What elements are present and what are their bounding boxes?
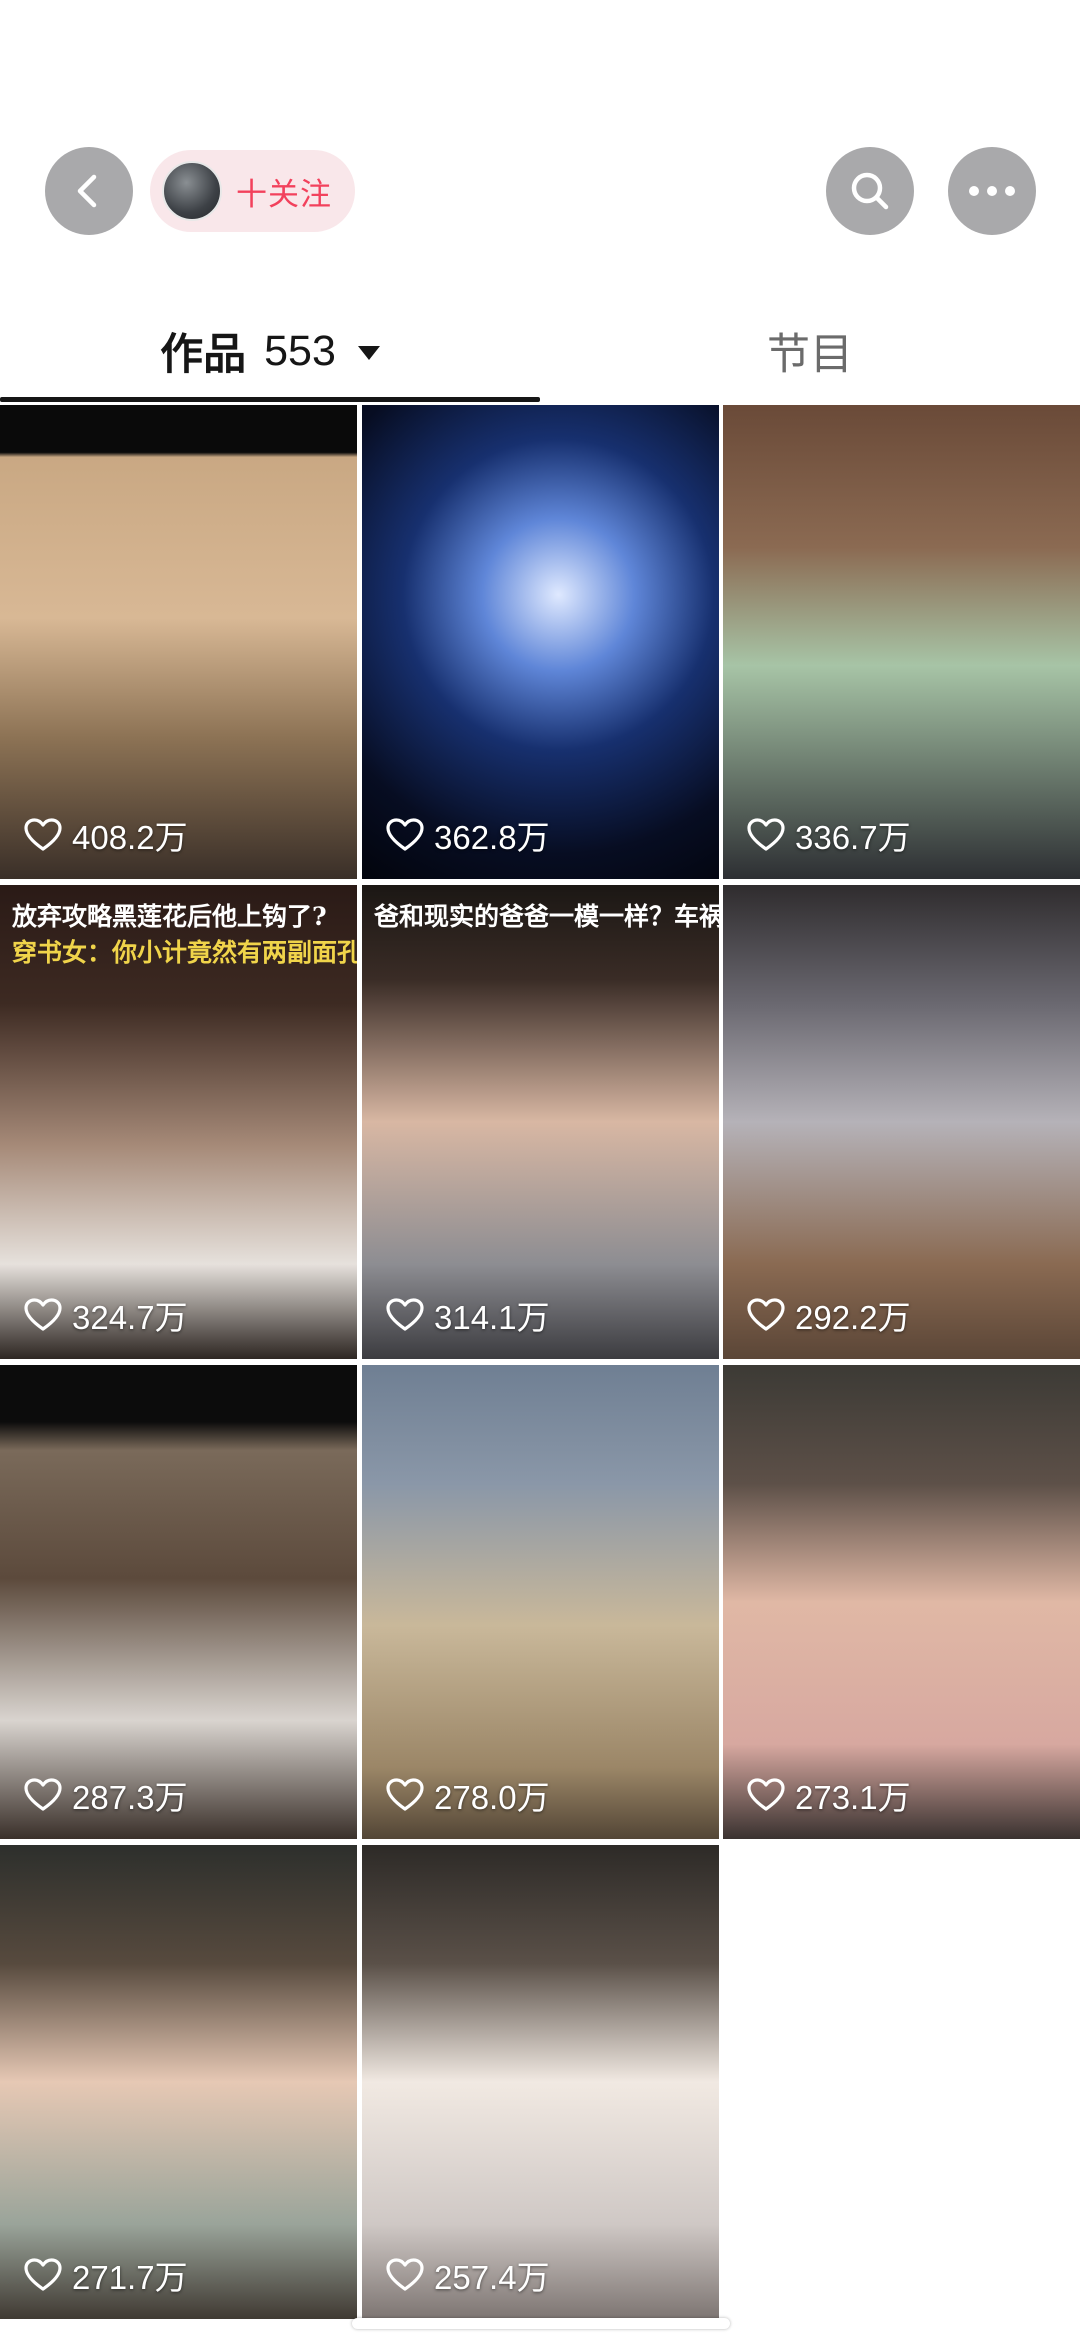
heart-icon [386, 1778, 424, 1811]
video-tile[interactable]: 271.7万 [0, 1845, 357, 2319]
heart-icon [747, 818, 785, 851]
tab-works-label: 作品 [160, 331, 247, 379]
tab-active-indicator [0, 397, 540, 402]
caret-down-icon [357, 346, 380, 360]
video-tile[interactable]: 257.4万 [362, 1845, 719, 2319]
tab-program[interactable]: 节目 [540, 305, 1080, 397]
more-icon [969, 186, 1015, 196]
video-caption: 放弃攻略黑莲花后他上钩了? 穿书女：你小计竟然有两副面孔 [0, 885, 357, 971]
video-likes: 362.8万 [386, 811, 550, 859]
heart-icon [24, 2258, 62, 2291]
top-bar: 十关注 [0, 0, 1080, 300]
video-tile[interactable]: 爸和现实的爸爸一模一样？车祸去世的他终于又 314.1万 [362, 885, 719, 1359]
video-thumbnail [362, 1845, 719, 2319]
video-caption-line: 穿书女：你小计竟然有两副面孔 [12, 938, 357, 967]
tab-works[interactable]: 作品 553 [0, 305, 540, 397]
back-button[interactable] [45, 147, 133, 235]
follow-button[interactable]: 十关注 [150, 150, 355, 232]
back-icon [77, 174, 97, 208]
video-likes-count: 271.7万 [72, 2259, 188, 2296]
video-likes-count: 257.4万 [434, 2259, 550, 2296]
video-tile[interactable]: 408.2万 [0, 405, 357, 879]
video-likes-count: 324.7万 [72, 1299, 188, 1336]
heart-icon [24, 1778, 62, 1811]
video-likes: 278.0万 [386, 1771, 550, 1819]
video-likes-count: 314.1万 [434, 1299, 550, 1336]
video-thumbnail [0, 1365, 357, 1839]
video-caption-line: 爸和现实的爸爸一模一样？车祸去世的他终于又 [374, 902, 719, 931]
search-button[interactable] [826, 147, 914, 235]
video-likes: 257.4万 [386, 2251, 550, 2299]
video-likes: 271.7万 [24, 2251, 188, 2299]
video-tile[interactable]: 362.8万 [362, 405, 719, 879]
search-icon [851, 172, 889, 210]
video-likes: 324.7万 [24, 1291, 188, 1339]
video-likes: 314.1万 [386, 1291, 550, 1339]
video-caption: 爸和现实的爸爸一模一样？车祸去世的他终于又 [362, 885, 719, 935]
video-thumbnail [362, 1365, 719, 1839]
video-likes-count: 287.3万 [72, 1779, 188, 1816]
follow-label: 十关注 [236, 176, 332, 212]
heart-icon [386, 818, 424, 851]
profile-works-page: 十关注 作品 553 节目 408.2万 362.8万 336.7万放弃攻略黑莲花后… [0, 0, 1080, 2337]
video-likes: 273.1万 [747, 1771, 911, 1819]
more-button[interactable] [948, 147, 1036, 235]
video-tile[interactable]: 292.2万 [723, 885, 1080, 1359]
video-thumbnail [723, 885, 1080, 1359]
video-likes-count: 292.2万 [795, 1299, 911, 1336]
home-indicator [352, 2318, 730, 2329]
video-thumbnail [0, 1845, 357, 2319]
video-tile[interactable]: 336.7万 [723, 405, 1080, 879]
heart-icon [24, 818, 62, 851]
video-likes-count: 278.0万 [434, 1779, 550, 1816]
content-tabs: 作品 553 节目 [0, 305, 1080, 405]
video-caption-line: 放弃攻略黑莲花后他上钩了? [12, 902, 327, 931]
heart-icon [24, 1298, 62, 1331]
video-thumbnail [362, 885, 719, 1359]
video-likes-count: 362.8万 [434, 819, 550, 856]
video-tile[interactable]: 放弃攻略黑莲花后他上钩了? 穿书女：你小计竟然有两副面孔 324.7万 [0, 885, 357, 1359]
video-likes-count: 336.7万 [795, 819, 911, 856]
video-likes-count: 273.1万 [795, 1779, 911, 1816]
video-likes: 336.7万 [747, 811, 911, 859]
video-thumbnail [362, 405, 719, 879]
heart-icon [747, 1298, 785, 1331]
video-likes: 287.3万 [24, 1771, 188, 1819]
heart-icon [747, 1778, 785, 1811]
video-thumbnail [723, 1365, 1080, 1839]
video-likes: 408.2万 [24, 811, 188, 859]
heart-icon [386, 1298, 424, 1331]
video-thumbnail [0, 405, 357, 879]
video-tile[interactable]: 278.0万 [362, 1365, 719, 1839]
video-thumbnail [723, 405, 1080, 879]
avatar[interactable] [162, 161, 222, 221]
video-tile[interactable]: 287.3万 [0, 1365, 357, 1839]
video-likes-count: 408.2万 [72, 819, 188, 856]
tab-works-count: 553 [264, 326, 336, 375]
heart-icon [386, 2258, 424, 2291]
video-likes: 292.2万 [747, 1291, 911, 1339]
video-tile[interactable]: 273.1万 [723, 1365, 1080, 1839]
